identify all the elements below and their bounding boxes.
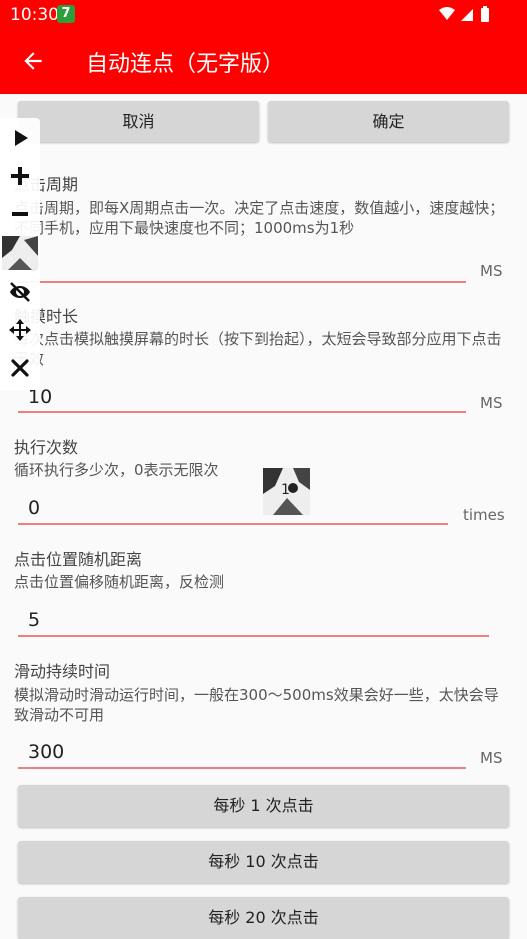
floating-toolbar [0, 118, 40, 390]
swipe-duration-underline [18, 767, 466, 769]
click-period-unit: MS [480, 262, 503, 280]
field-label-random-offset: 点击位置随机距离 [14, 550, 143, 569]
field-desc-touch-duration: 每次点击模拟触摸屏幕的时长（按下到抬起），太短会导致部分应用下点击无效 [14, 330, 502, 368]
wifi-icon [439, 7, 455, 20]
status-icons [437, 6, 497, 28]
page-title: 自动连点（无字版） [86, 52, 285, 77]
back-arrow-icon[interactable] [20, 48, 46, 74]
cancel-button[interactable]: 取消 [18, 101, 259, 142]
preset-20-per-second-button[interactable]: 每秒 20 次点击 [18, 897, 509, 939]
signal-icon [461, 9, 473, 21]
click-marker[interactable]: 1 [263, 468, 310, 515]
status-notification-badge: 7 [57, 5, 75, 23]
close-icon[interactable] [8, 356, 32, 380]
status-bar: 10:30 7 [0, 0, 527, 30]
preset-1-per-second-button[interactable]: 每秒 1 次点击 [18, 785, 509, 827]
field-label-swipe-duration: 滑动持续时间 [14, 662, 111, 681]
field-desc-swipe-duration: 模拟滑动时滑动运行时间，一般在300～500ms效果会好一些，太快会导致滑动不可… [14, 686, 499, 724]
status-time: 10:30 [10, 5, 59, 25]
repeat-count-underline [18, 523, 448, 525]
click-marker-number: 1 [281, 482, 290, 498]
confirm-button[interactable]: 确定 [268, 101, 509, 142]
preset-10-per-second-button[interactable]: 每秒 10 次点击 [18, 841, 509, 883]
touch-duration-unit: MS [480, 394, 503, 412]
repeat-count-unit: times [463, 506, 505, 524]
avatar [2, 236, 38, 270]
random-offset-underline [18, 635, 489, 637]
battery-icon [481, 8, 489, 22]
click-period-underline [18, 281, 466, 283]
swipe-duration-input[interactable]: 300 [28, 741, 64, 763]
field-desc-click-period: 点击周期，即每X周期点击一次。决定了点击速度，数值越小，速度越快；不同手机，应用… [14, 199, 505, 237]
random-offset-input[interactable]: 5 [28, 609, 40, 631]
eye-off-icon[interactable] [8, 280, 32, 304]
minus-icon[interactable] [8, 202, 32, 226]
field-label-repeat-count: 执行次数 [14, 438, 79, 457]
app-bar: 自动连点（无字版） [0, 30, 527, 94]
plus-icon[interactable] [8, 164, 32, 188]
repeat-count-input[interactable]: 0 [28, 497, 40, 519]
touch-duration-underline [18, 411, 466, 413]
field-desc-random-offset: 点击位置偏移随机距离，反检测 [14, 573, 225, 591]
swipe-duration-unit: MS [480, 749, 503, 767]
play-icon[interactable] [8, 126, 32, 150]
move-icon[interactable] [8, 318, 32, 342]
